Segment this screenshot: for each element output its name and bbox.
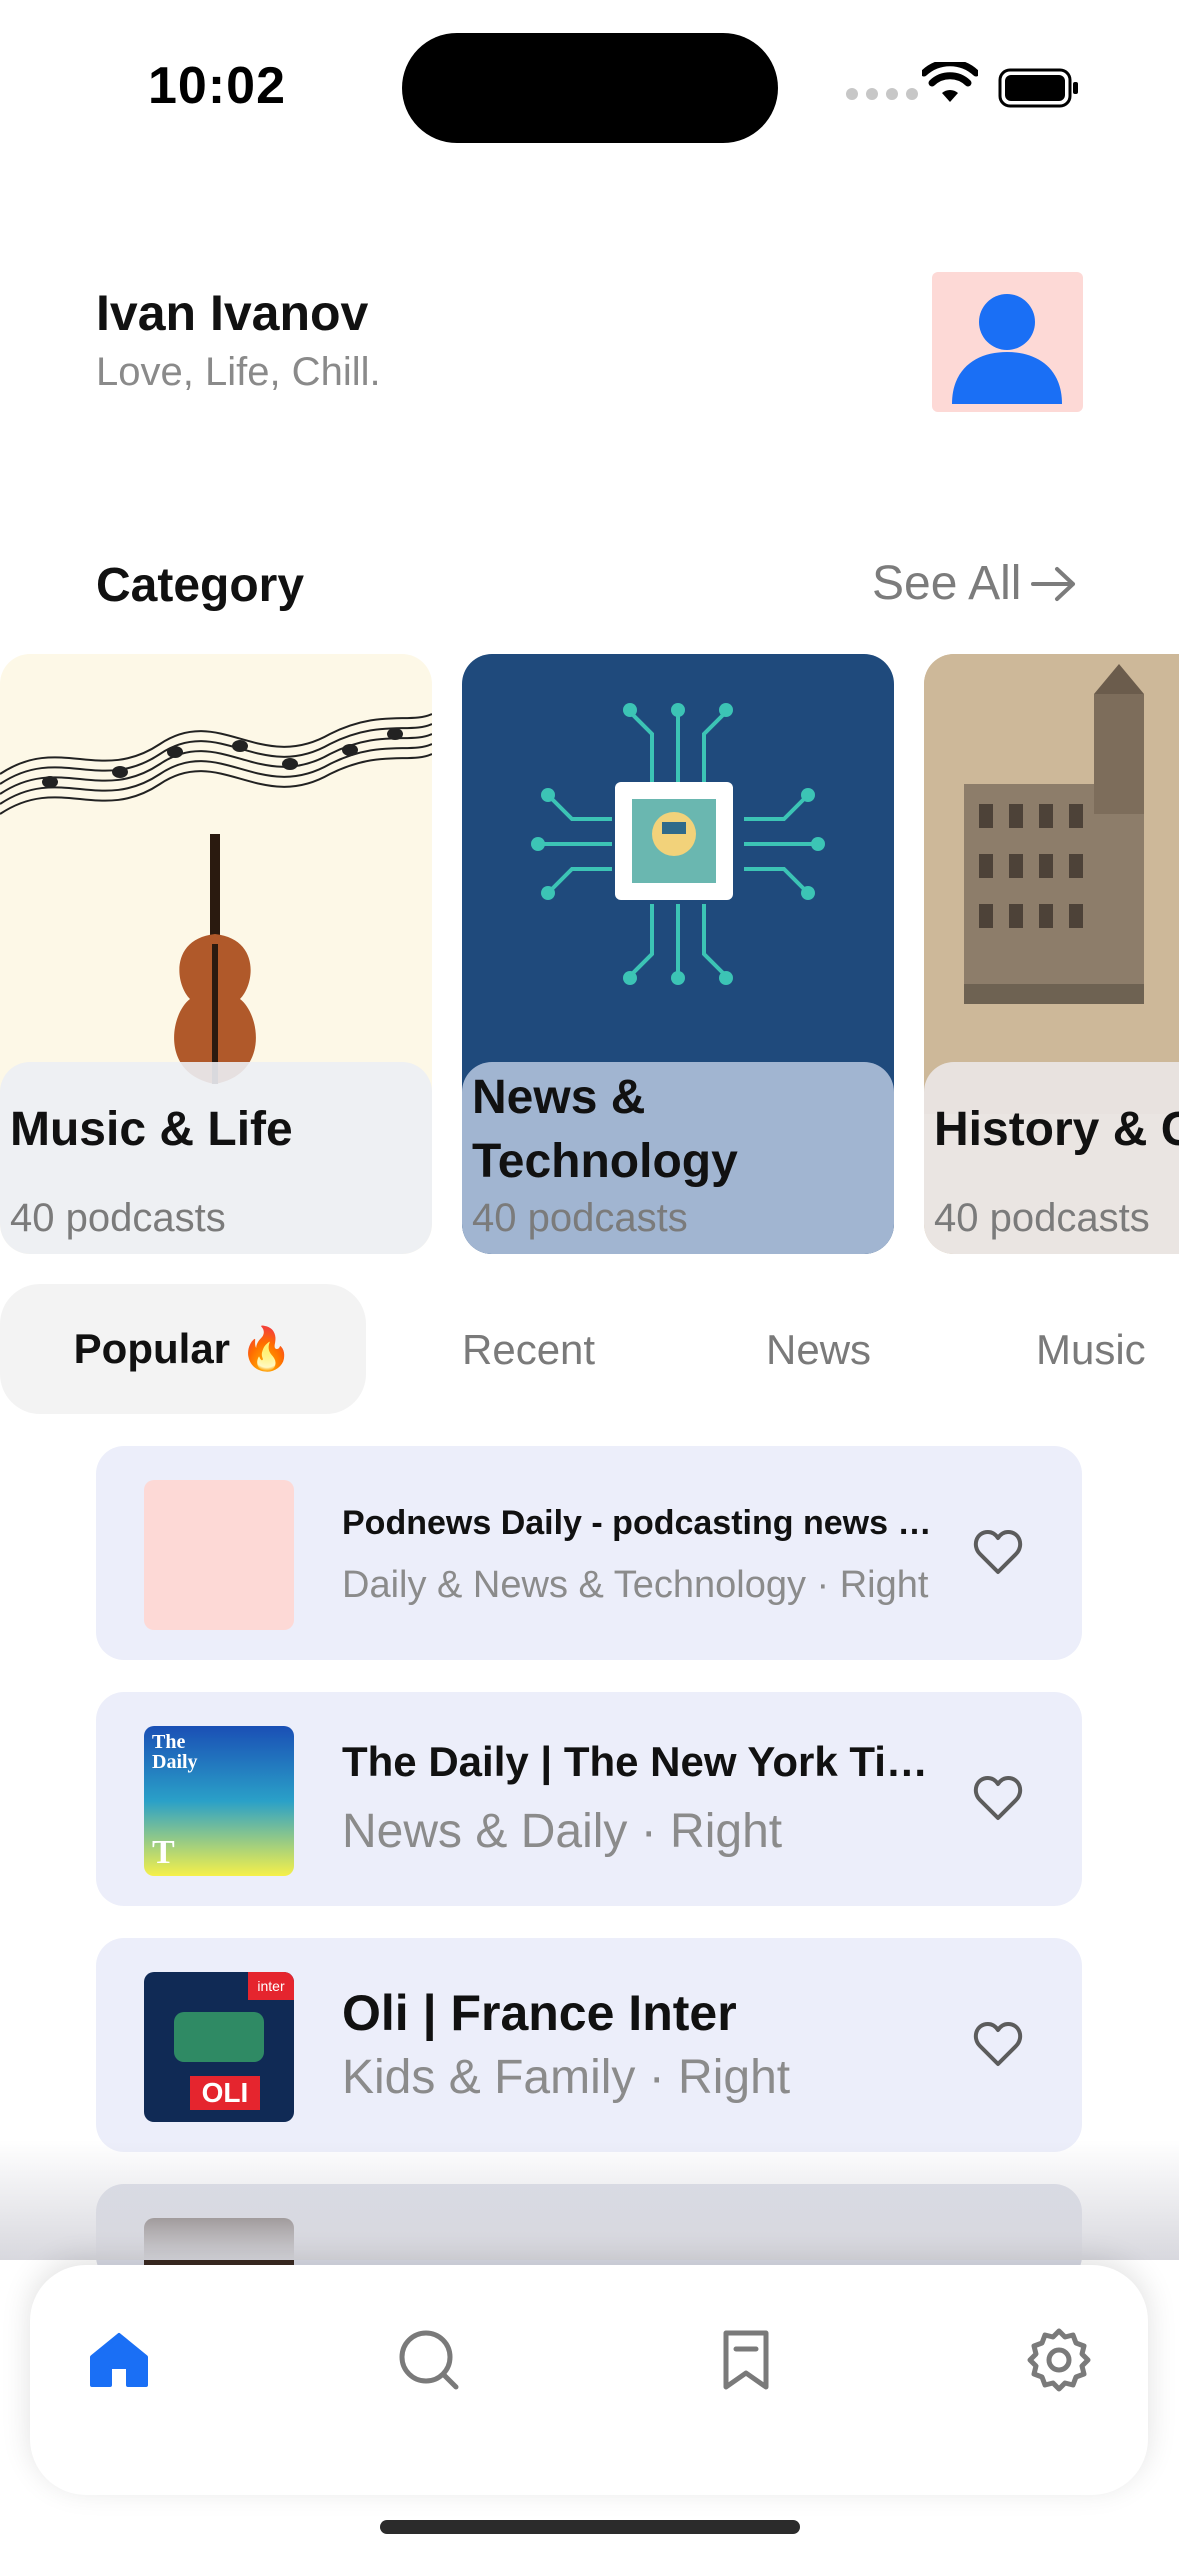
nyt-logo: T [152, 1834, 175, 1871]
arrow-right-icon [1031, 566, 1076, 601]
cellular-signal-icon [846, 88, 918, 100]
violin-illustration [0, 713, 432, 1084]
wifi-icon [920, 59, 980, 109]
podcast-title: Oli | France Inter [342, 1985, 737, 2041]
user-icon [952, 294, 1062, 404]
tab-recent[interactable]: Recent [462, 1326, 595, 1374]
home-icon[interactable] [86, 2327, 152, 2393]
podcast-item[interactable]: Podnews Daily - podcasting news l... Dai… [96, 1446, 1082, 1660]
status-time: 10:02 [148, 57, 286, 115]
podcast-artwork [144, 1480, 294, 1630]
heart-icon[interactable] [970, 1770, 1026, 1826]
settings-icon[interactable] [1026, 2327, 1092, 2393]
podcast-item[interactable]: inter OLI Oli | France Inter Kids & Fami… [96, 1938, 1082, 2152]
podcast-artwork: inter OLI [144, 1972, 294, 2122]
podcast-item[interactable]: The Daily T The Daily | The New York Tim… [96, 1692, 1082, 1906]
category-card-count: 40 podcasts [934, 1196, 1150, 1240]
category-card-music-life[interactable]: Music & Life 40 podcasts [0, 654, 432, 1254]
artwork-text: The Daily [152, 1731, 198, 1773]
category-card-title-line1: News & [472, 1071, 646, 1124]
podcast-title: The Daily | The New York Times [342, 1738, 942, 1785]
home-indicator [380, 2520, 800, 2534]
category-card-title: Music & Life [10, 1103, 293, 1156]
dynamic-island [402, 33, 778, 143]
artwork-badge: inter [248, 1972, 294, 2000]
category-card-title-line2: Technology [472, 1135, 738, 1188]
heart-icon[interactable] [970, 2016, 1026, 2072]
search-icon[interactable] [396, 2327, 462, 2393]
bookmark-icon[interactable] [716, 2327, 782, 2393]
user-name: Ivan Ivanov [96, 285, 369, 341]
fire-icon: 🔥 [240, 1324, 293, 1372]
tab-popular-label: Popular [73, 1325, 231, 1372]
see-all-label: See All [872, 557, 1022, 610]
bottom-fade [0, 2140, 1179, 2260]
podcast-subtitle: Kids & Family · Right [342, 2051, 791, 2104]
category-card-title: History & C [934, 1103, 1179, 1156]
podcast-title: Podnews Daily - podcasting news l... [342, 1504, 932, 1542]
user-tagline: Love, Life, Chill. [96, 350, 381, 394]
circuit-chip-illustration [531, 703, 825, 985]
podcast-subtitle: Daily & News & Technology · Right [342, 1564, 929, 1606]
avatar[interactable] [932, 272, 1083, 412]
category-card-count: 40 podcasts [472, 1196, 688, 1240]
tab-music[interactable]: Music [1036, 1326, 1146, 1374]
historic-building-illustration [924, 654, 1179, 1114]
artwork-text: OLI [190, 2076, 260, 2110]
category-card-count: 40 podcasts [10, 1196, 226, 1240]
tab-news[interactable]: News [766, 1326, 871, 1374]
battery-icon [998, 68, 1080, 113]
heart-icon[interactable] [970, 1524, 1026, 1580]
see-all-link[interactable]: See All [872, 556, 1079, 611]
category-card-news-technology[interactable]: News & Technology 40 podcasts [462, 654, 894, 1254]
bottom-tab-bar [30, 2265, 1148, 2495]
category-title: Category [96, 559, 305, 612]
podcast-subtitle: News & Daily · Right [342, 1805, 783, 1858]
category-card-history[interactable]: History & C 40 podcasts [924, 654, 1179, 1254]
tab-popular[interactable]: Popular 🔥 [0, 1284, 366, 1414]
podcast-artwork: The Daily T [144, 1726, 294, 1876]
